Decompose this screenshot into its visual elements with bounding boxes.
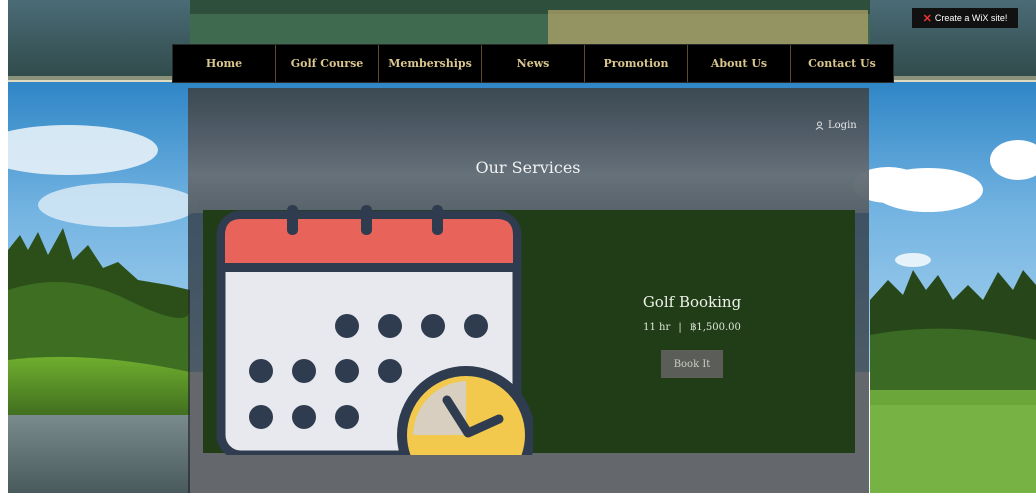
create-wix-site-banner[interactable]: ✕ Create a WiX site! <box>912 8 1018 28</box>
nav-item-news[interactable]: News <box>482 45 585 82</box>
nav-item-about-us[interactable]: About Us <box>688 45 791 82</box>
service-title: Golf Booking <box>642 293 742 311</box>
main-nav: Home Golf Course Memberships News Promot… <box>172 44 894 83</box>
close-icon[interactable]: ✕ <box>923 12 932 25</box>
login-label: Login <box>828 120 857 131</box>
service-meta: 11 hr | ฿1,500.00 <box>612 322 772 333</box>
nav-item-golf-course[interactable]: Golf Course <box>276 45 379 82</box>
service-price: ฿1,500.00 <box>689 322 741 333</box>
meta-separator: | <box>678 322 682 333</box>
calendar-clock-icon <box>216 205 533 455</box>
nav-item-memberships[interactable]: Memberships <box>379 45 482 82</box>
book-it-button[interactable]: Book It <box>661 350 723 378</box>
book-it-label: Book It <box>673 358 711 370</box>
page-title: Our Services <box>475 158 581 177</box>
user-icon <box>815 121 824 130</box>
login-link[interactable]: Login <box>815 120 857 131</box>
services-panel-header <box>188 88 869 213</box>
nav-item-promotion[interactable]: Promotion <box>585 45 688 82</box>
nav-item-home[interactable]: Home <box>173 45 276 82</box>
nav-item-contact-us[interactable]: Contact Us <box>791 45 893 82</box>
service-duration: 11 hr <box>643 322 671 333</box>
wix-banner-text: Create a WiX site! <box>934 13 1008 23</box>
